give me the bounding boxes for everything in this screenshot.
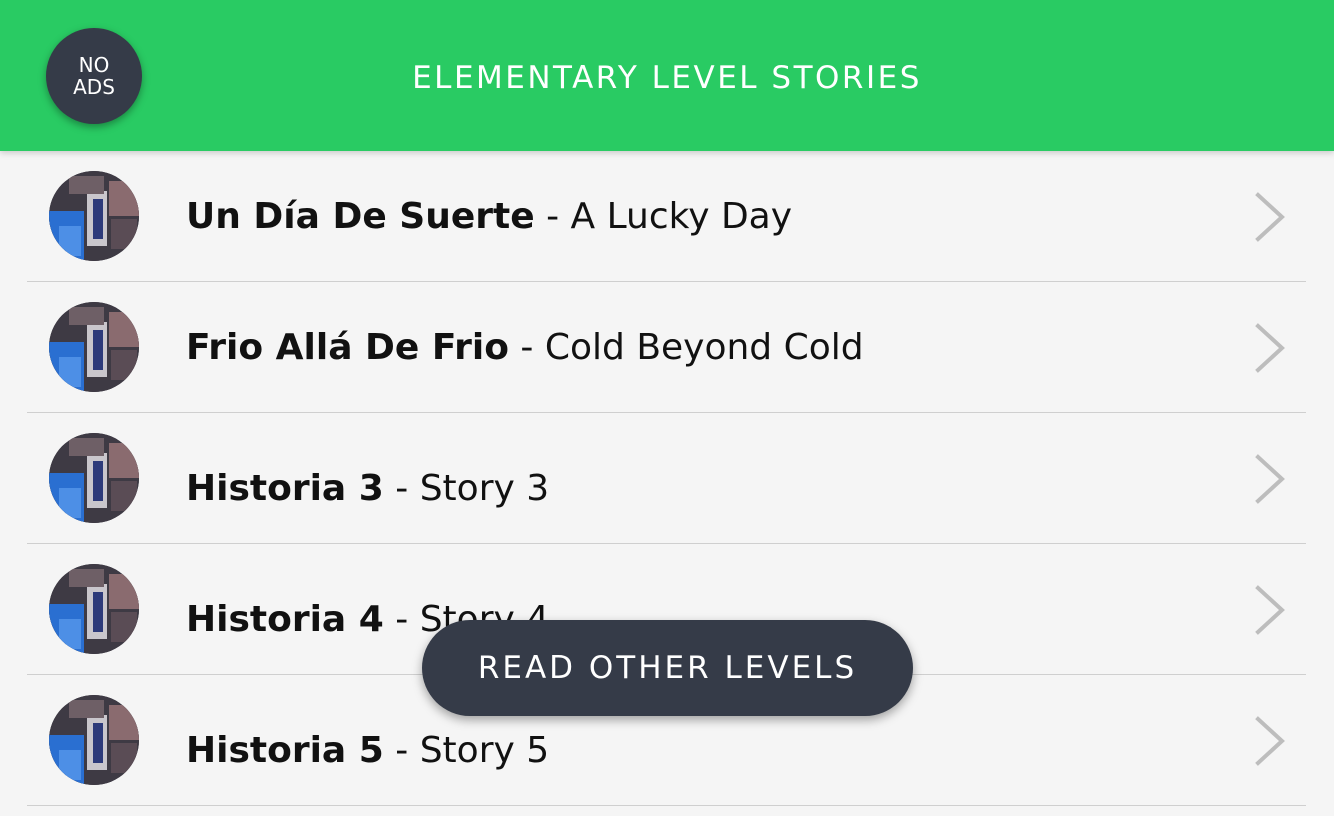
story-thumbnail xyxy=(49,302,139,392)
story-row[interactable]: Frio Allá De Frio - Cold Beyond Cold xyxy=(0,282,1334,413)
chevron-right-icon xyxy=(1255,585,1285,635)
page-title: ELEMENTARY LEVEL STORIES xyxy=(412,60,922,96)
no-ads-label-line2: ADS xyxy=(73,75,115,99)
story-title-separator: - xyxy=(383,599,420,640)
story-thumbnail xyxy=(49,695,139,785)
no-ads-button[interactable]: NO ADS xyxy=(46,28,142,124)
story-thumbnail xyxy=(49,433,139,523)
story-thumbnail xyxy=(49,171,139,261)
story-title-separator: - xyxy=(508,327,545,368)
story-title-english: Story 3 xyxy=(419,468,550,509)
story-title-separator: - xyxy=(534,196,571,237)
story-title-spanish: Historia 3 xyxy=(186,468,384,509)
story-title-spanish: Un Día De Suerte xyxy=(186,196,535,237)
chevron-right-icon xyxy=(1255,716,1285,766)
story-thumbnail xyxy=(49,564,139,654)
chevron-right-icon xyxy=(1255,454,1285,504)
chevron-right-icon xyxy=(1255,192,1285,242)
story-title-english: Story 5 xyxy=(419,730,550,771)
row-divider xyxy=(27,805,1306,806)
no-ads-label-line1: NO xyxy=(78,53,110,77)
story-title-separator: - xyxy=(383,730,420,771)
story-title-spanish: Historia 4 xyxy=(186,599,384,640)
story-title: Un Día De Suerte - A Lucky Day xyxy=(186,151,792,282)
story-title-separator: - xyxy=(383,468,420,509)
read-other-levels-button[interactable]: READ OTHER LEVELS xyxy=(422,620,913,716)
story-title-english: Cold Beyond Cold xyxy=(544,327,864,368)
story-title-english: A Lucky Day xyxy=(570,196,793,237)
chevron-right-icon xyxy=(1255,323,1285,373)
story-title: Historia 3 - Story 3 xyxy=(186,423,549,554)
story-row[interactable]: Un Día De Suerte - A Lucky Day xyxy=(0,151,1334,282)
story-title-spanish: Frio Allá De Frio xyxy=(186,327,509,368)
story-row[interactable]: Historia 3 - Story 3 xyxy=(0,413,1334,544)
story-title: Frio Allá De Frio - Cold Beyond Cold xyxy=(186,282,864,413)
story-title-spanish: Historia 5 xyxy=(186,730,384,771)
app-header: NO ADS ELEMENTARY LEVEL STORIES xyxy=(0,0,1334,151)
